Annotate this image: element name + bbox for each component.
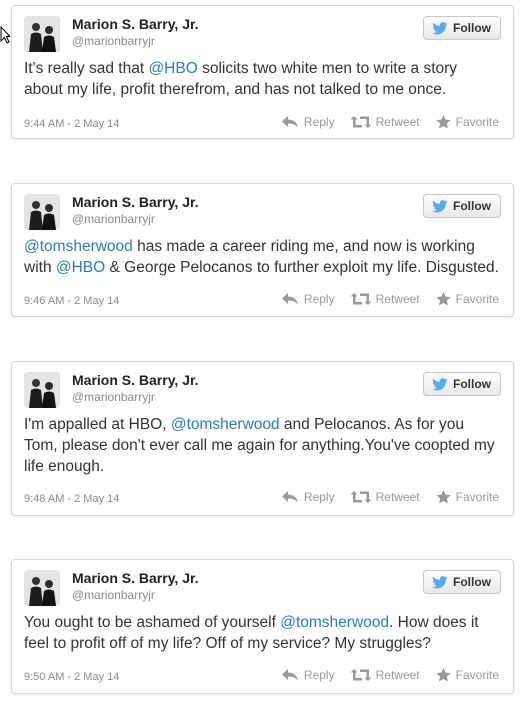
- retweet-button[interactable]: Retweet: [350, 292, 420, 306]
- tweet-text-segment: You ought to be ashamed of yourself: [24, 614, 281, 631]
- mention-link[interactable]: @tomsherwood: [24, 238, 133, 255]
- author-name[interactable]: Marion S. Barry, Jr.: [72, 16, 199, 32]
- retweet-icon: [350, 293, 371, 305]
- author-handle[interactable]: @marionbarryjr: [72, 390, 155, 404]
- tweet-actions: Reply Retweet Favorite: [281, 490, 499, 504]
- tweet-card: Marion S. Barry, Jr. @marionbarryjr Foll…: [11, 5, 514, 139]
- author-handle[interactable]: @marionbarryjr: [72, 34, 155, 48]
- mention-link[interactable]: @HBO: [148, 60, 197, 77]
- avatar[interactable]: [24, 372, 60, 408]
- author-handle[interactable]: @marionbarryjr: [72, 212, 155, 226]
- follow-button[interactable]: Follow: [423, 570, 501, 594]
- reply-label: Reply: [303, 490, 335, 504]
- tweet-timestamp[interactable]: 9:46 AM - 2 May 14: [24, 295, 119, 307]
- tweet-text-segment: & George Pelocanos to further exploit my…: [105, 259, 499, 276]
- reply-label: Reply: [303, 668, 335, 682]
- tweet-text: You ought to be ashamed of yourself @tom…: [24, 612, 499, 654]
- tweet-card: Marion S. Barry, Jr. @marionbarryjr Foll…: [11, 361, 514, 516]
- reply-button[interactable]: Reply: [281, 490, 335, 504]
- retweet-button[interactable]: Retweet: [350, 490, 420, 504]
- twitter-bird-icon: [432, 377, 448, 390]
- mention-link[interactable]: @HBO: [56, 259, 105, 276]
- retweet-label: Retweet: [375, 490, 420, 504]
- tweet-timestamp[interactable]: 9:44 AM - 2 May 14: [24, 118, 119, 130]
- retweet-label: Retweet: [375, 292, 420, 306]
- retweet-button[interactable]: Retweet: [350, 115, 420, 129]
- author-name[interactable]: Marion S. Barry, Jr.: [72, 372, 199, 388]
- favorite-button[interactable]: Favorite: [435, 668, 499, 682]
- reply-icon: [281, 669, 298, 681]
- follow-button[interactable]: Follow: [423, 372, 501, 396]
- retweet-label: Retweet: [375, 668, 420, 682]
- twitter-bird-icon: [432, 575, 448, 588]
- favorite-button[interactable]: Favorite: [435, 115, 499, 129]
- favorite-star-icon: [435, 292, 451, 306]
- follow-label: Follow: [453, 21, 491, 35]
- tweet-card: Marion S. Barry, Jr. @marionbarryjr Foll…: [11, 559, 514, 694]
- favorite-star-icon: [435, 668, 451, 682]
- follow-label: Follow: [453, 575, 491, 589]
- tweet-actions: Reply Retweet Favorite: [281, 115, 499, 129]
- favorite-label: Favorite: [455, 668, 499, 682]
- reply-label: Reply: [303, 292, 335, 306]
- favorite-button[interactable]: Favorite: [435, 490, 499, 504]
- retweet-button[interactable]: Retweet: [350, 668, 420, 682]
- tweet-text-segment: It's really sad that: [24, 60, 149, 77]
- retweet-icon: [350, 491, 371, 503]
- follow-label: Follow: [453, 199, 491, 213]
- favorite-star-icon: [435, 115, 451, 129]
- tweet-card: Marion S. Barry, Jr. @marionbarryjr Foll…: [11, 183, 514, 317]
- author-name[interactable]: Marion S. Barry, Jr.: [72, 570, 199, 586]
- tweet-text-segment: I'm appalled at HBO,: [24, 416, 171, 433]
- retweet-icon: [350, 669, 371, 681]
- mention-link[interactable]: @tomsherwood: [171, 416, 280, 433]
- favorite-label: Favorite: [455, 490, 499, 504]
- reply-button[interactable]: Reply: [281, 668, 335, 682]
- favorite-star-icon: [435, 490, 451, 504]
- tweet-timestamp[interactable]: 9:50 AM - 2 May 14: [24, 671, 119, 683]
- reply-button[interactable]: Reply: [281, 115, 335, 129]
- twitter-bird-icon: [432, 199, 448, 212]
- twitter-bird-icon: [432, 21, 448, 34]
- tweet-timestamp[interactable]: 9:48 AM - 2 May 14: [24, 493, 119, 505]
- retweet-icon: [350, 116, 371, 128]
- favorite-button[interactable]: Favorite: [435, 292, 499, 306]
- tweet-actions: Reply Retweet Favorite: [281, 668, 499, 682]
- reply-icon: [281, 293, 298, 305]
- reply-icon: [281, 491, 298, 503]
- avatar[interactable]: [24, 194, 60, 230]
- follow-button[interactable]: Follow: [423, 194, 501, 218]
- mouse-cursor-icon: [0, 26, 10, 44]
- follow-label: Follow: [453, 377, 491, 391]
- follow-button[interactable]: Follow: [423, 16, 501, 40]
- author-name[interactable]: Marion S. Barry, Jr.: [72, 194, 199, 210]
- reply-button[interactable]: Reply: [281, 292, 335, 306]
- tweet-text: @tomsherwood has made a career riding me…: [24, 236, 499, 278]
- avatar[interactable]: [24, 16, 60, 52]
- author-handle[interactable]: @marionbarryjr: [72, 588, 155, 602]
- favorite-label: Favorite: [455, 115, 499, 129]
- tweet-text: It's really sad that @HBO solicits two w…: [24, 58, 499, 100]
- reply-label: Reply: [303, 115, 335, 129]
- avatar[interactable]: [24, 570, 60, 606]
- mention-link[interactable]: @tomsherwood: [280, 614, 389, 631]
- tweet-text: I'm appalled at HBO, @tomsherwood and Pe…: [24, 414, 499, 477]
- favorite-label: Favorite: [455, 292, 499, 306]
- retweet-label: Retweet: [375, 115, 420, 129]
- reply-icon: [281, 116, 298, 128]
- tweet-actions: Reply Retweet Favorite: [281, 292, 499, 306]
